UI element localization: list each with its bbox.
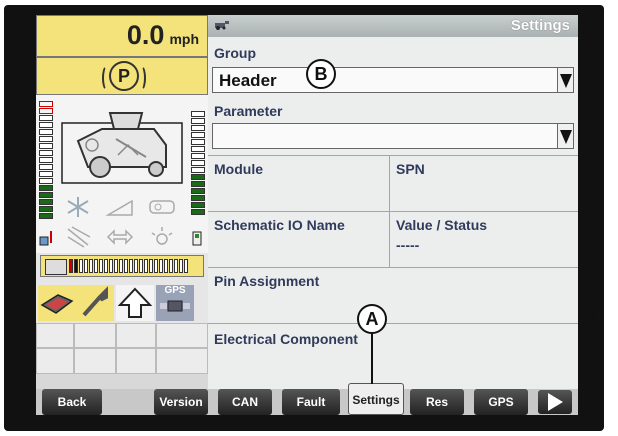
module-label: Module — [214, 161, 263, 177]
next-page-arrow-icon[interactable] — [538, 390, 572, 414]
column-divider — [389, 155, 390, 267]
gps-button[interactable]: GPS — [156, 285, 194, 321]
callout-a-leader-line — [371, 334, 373, 384]
value-status-label: Value / Status — [396, 217, 488, 233]
empty-shortcut-grid — [36, 323, 208, 374]
callout-b: B — [306, 59, 336, 89]
machine-status-area — [36, 95, 208, 253]
wrench-icon — [82, 286, 108, 317]
manual-book-icon — [40, 294, 74, 314]
spray-icon — [67, 226, 91, 248]
grain-tank-level-bars — [69, 259, 188, 273]
fault-tab[interactable]: Fault — [282, 389, 340, 415]
pin-assignment-label: Pin Assignment — [214, 273, 320, 289]
setup-wrench-button[interactable] — [76, 285, 114, 321]
bottom-navigation: Back Version CAN Fault Settings Res GPS — [36, 383, 578, 415]
work-light-icon — [151, 227, 173, 245]
value-status-value: ----- — [396, 237, 420, 253]
group-selected-value: Header — [219, 71, 277, 90]
version-tab[interactable]: Version — [154, 389, 208, 415]
speed-value: 0.0 — [126, 20, 165, 50]
divider — [208, 323, 578, 324]
res-tab[interactable]: Res — [410, 389, 464, 415]
hydraulic-temp-icon — [39, 231, 52, 246]
figure-number: 1023271 — [584, 294, 599, 345]
callout-a: A — [357, 304, 387, 334]
settings-panel: Settings Group Header Parameter Module S… — [208, 15, 578, 389]
cutterbar-icon — [149, 200, 175, 214]
lateral-float-icon — [106, 229, 134, 245]
divider — [208, 155, 578, 156]
tool-shortcut-row: GPS — [36, 283, 208, 323]
grain-tank-gauge — [40, 255, 204, 277]
combine-harvester-icon — [61, 112, 183, 184]
parameter-dropdown-arrow-icon[interactable] — [557, 124, 573, 148]
electrical-component-label: Electrical Component — [214, 331, 358, 347]
right-level-gauge — [191, 111, 205, 215]
up-arrow-button[interactable] — [116, 285, 154, 321]
header-tilt-icon — [105, 199, 133, 216]
settings-tab[interactable]: Settings — [348, 383, 404, 415]
left-level-gauge — [39, 101, 53, 219]
parameter-label: Parameter — [214, 103, 283, 119]
spn-label: SPN — [396, 161, 425, 177]
can-tab[interactable]: CAN — [218, 389, 272, 415]
divider — [208, 267, 578, 268]
group-dropdown-arrow-icon[interactable] — [557, 68, 573, 92]
function-icon-grid — [58, 195, 186, 253]
title-bar: Settings — [208, 15, 578, 37]
back-button[interactable]: Back — [42, 389, 102, 415]
grain-tank-icon — [45, 259, 67, 275]
park-brake-icon: P — [102, 61, 146, 91]
gps-label: GPS — [164, 285, 186, 296]
parameter-dropdown[interactable] — [212, 123, 574, 149]
window-title: Settings — [510, 17, 570, 34]
status-panel: 0.0 mph P GPS — [36, 15, 208, 374]
park-indicator-box: P — [36, 57, 208, 95]
divider — [208, 211, 578, 212]
group-label: Group — [214, 45, 256, 61]
combine-small-icon — [215, 21, 229, 30]
speed-unit: mph — [169, 31, 199, 47]
up-arrow-icon — [117, 287, 153, 318]
fuel-pump-icon — [192, 231, 202, 246]
gps-tab[interactable]: GPS — [474, 389, 528, 415]
schematic-io-name-label: Schematic IO Name — [214, 217, 345, 233]
reel-fan-icon — [67, 197, 89, 217]
speed-display: 0.0 mph — [36, 15, 208, 57]
group-dropdown[interactable]: Header — [212, 67, 574, 93]
diagnostics-book-button[interactable] — [38, 285, 76, 321]
